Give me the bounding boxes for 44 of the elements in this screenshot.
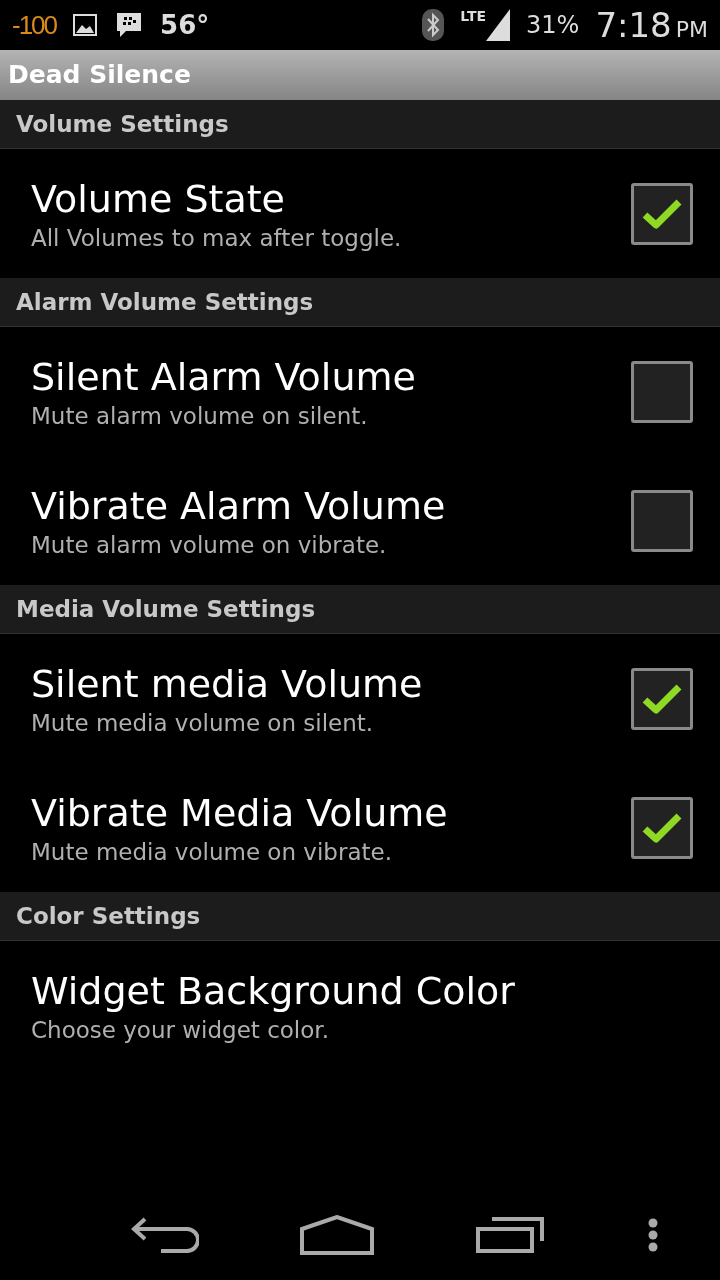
preference-summary: Mute alarm volume on vibrate. bbox=[31, 530, 388, 560]
preference-row[interactable]: Widget Background Color Choose your widget color. bbox=[0, 941, 720, 1070]
section-title: Color Settings bbox=[16, 901, 201, 931]
checkbox[interactable] bbox=[631, 796, 693, 859]
temperature: 56° bbox=[160, 8, 210, 42]
preference-row[interactable]: Vibrate Alarm Volume Mute alarm volume on vibrate. bbox=[0, 456, 720, 585]
checkmark-icon bbox=[642, 197, 682, 230]
clock-meridiem: PM bbox=[675, 15, 708, 44]
image-icon bbox=[72, 13, 99, 37]
checkbox[interactable] bbox=[631, 489, 693, 552]
preference-row[interactable]: Volume State All Volumes to max after toggle. bbox=[0, 149, 720, 278]
menu-icon[interactable] bbox=[647, 1217, 660, 1253]
preference-row[interactable]: Vibrate Media Volume Mute media volume on vibrate. bbox=[0, 763, 720, 892]
checkbox[interactable] bbox=[631, 182, 693, 245]
battery-level: 31% bbox=[526, 10, 580, 41]
preference-title: Volume State bbox=[31, 175, 286, 223]
checkbox[interactable] bbox=[631, 360, 693, 423]
preference-summary: Mute media volume on silent. bbox=[31, 708, 375, 738]
home-icon[interactable] bbox=[300, 1215, 375, 1255]
section-title: Alarm Volume Settings bbox=[16, 287, 314, 317]
back-icon[interactable] bbox=[130, 1217, 199, 1253]
preference-title: Silent Alarm Volume bbox=[31, 353, 417, 401]
checkbox[interactable] bbox=[631, 667, 693, 730]
clock-time: 7:18 bbox=[595, 3, 672, 47]
network-type: LTE bbox=[460, 9, 487, 23]
preference-title: Vibrate Alarm Volume bbox=[31, 482, 447, 530]
preference-summary: Mute alarm volume on silent. bbox=[31, 401, 369, 431]
notification-number: -100 bbox=[12, 8, 57, 42]
preference-summary: All Volumes to max after toggle. bbox=[31, 223, 403, 253]
app-title: Dead Silence bbox=[8, 59, 191, 92]
preference-title: Widget Background Color bbox=[31, 967, 516, 1015]
section-title: Media Volume Settings bbox=[16, 594, 316, 624]
bluetooth-icon bbox=[422, 9, 445, 41]
recent-apps-icon[interactable] bbox=[475, 1217, 546, 1253]
checkmark-icon bbox=[642, 811, 682, 844]
section-title: Volume Settings bbox=[16, 109, 229, 139]
checkmark-icon bbox=[642, 682, 682, 715]
preference-summary: Mute media volume on vibrate. bbox=[31, 837, 393, 867]
preference-title: Vibrate Media Volume bbox=[31, 789, 449, 837]
preference-title: Silent media Volume bbox=[31, 660, 424, 708]
preference-summary: Choose your widget color. bbox=[31, 1015, 330, 1045]
preference-row[interactable]: Silent Alarm Volume Mute alarm volume on silent. bbox=[0, 327, 720, 456]
signal-icon bbox=[486, 9, 511, 41]
preference-row[interactable]: Silent media Volume Mute media volume on silent. bbox=[0, 634, 720, 763]
